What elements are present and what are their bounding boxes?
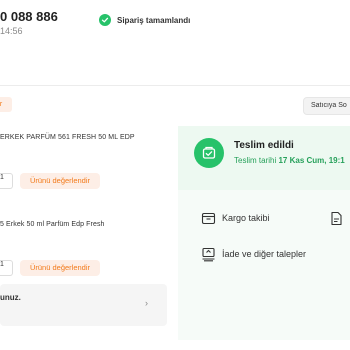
order-actions-panel: Kargo takibi İade ve diğer talepler (178, 190, 350, 340)
returns-requests-button[interactable]: İade ve diğer talepler (200, 246, 306, 262)
delivery-title: Teslim edildi (234, 140, 294, 151)
rate-product-button[interactable]: Ürünü değerlendir (20, 260, 100, 276)
ask-seller-button[interactable]: Satıcıya So (303, 97, 350, 115)
seller-tag-label: or (0, 101, 3, 108)
delivery-date: Teslim tarihi 17 Kas Cum, 19:1 (234, 156, 345, 165)
quantity-value: 1 (0, 261, 4, 268)
document-icon (328, 210, 344, 226)
cargo-tracking-button[interactable]: Kargo takibi (200, 210, 270, 226)
chevron-right-icon: › (145, 298, 148, 308)
quantity-chip: 1 (0, 260, 13, 276)
order-status: Sipariş tamamlandı (99, 14, 190, 26)
seller-tag: or (0, 97, 12, 112)
product-name[interactable]: 5 Erkek 50 ml Parfüm Edp Fresh (0, 221, 105, 228)
truck-icon (200, 210, 216, 226)
delivery-date-value: 17 Kas Cum, 19:1 (278, 156, 345, 165)
quantity-value: 1 (0, 174, 4, 181)
notice-card[interactable]: unuz. › (0, 284, 167, 326)
return-box-icon (200, 246, 216, 262)
order-number: 0 088 886 (0, 9, 58, 24)
cargo-tracking-label: Kargo takibi (222, 213, 270, 223)
delivery-status-panel: Teslim edildi Teslim tarihi 17 Kas Cum, … (178, 126, 350, 190)
product-name[interactable]: ERKEK PARFÜM 561 FRESH 50 ML EDP (0, 134, 135, 141)
order-status-text: Sipariş tamamlandı (117, 15, 191, 25)
check-circle-icon (99, 14, 111, 26)
quantity-chip: 1 (0, 173, 13, 189)
invoice-button[interactable] (328, 210, 344, 226)
package-check-icon (194, 138, 224, 168)
delivery-date-prefix: Teslim tarihi (234, 156, 277, 165)
rate-product-button[interactable]: Ürünü değerlendir (20, 173, 100, 189)
notice-text: unuz. (0, 293, 21, 302)
order-time: 14:56 (0, 26, 23, 36)
returns-requests-label: İade ve diğer talepler (222, 249, 307, 259)
order-header: 0 088 886 14:56 Sipariş tamamlandı (0, 0, 350, 86)
